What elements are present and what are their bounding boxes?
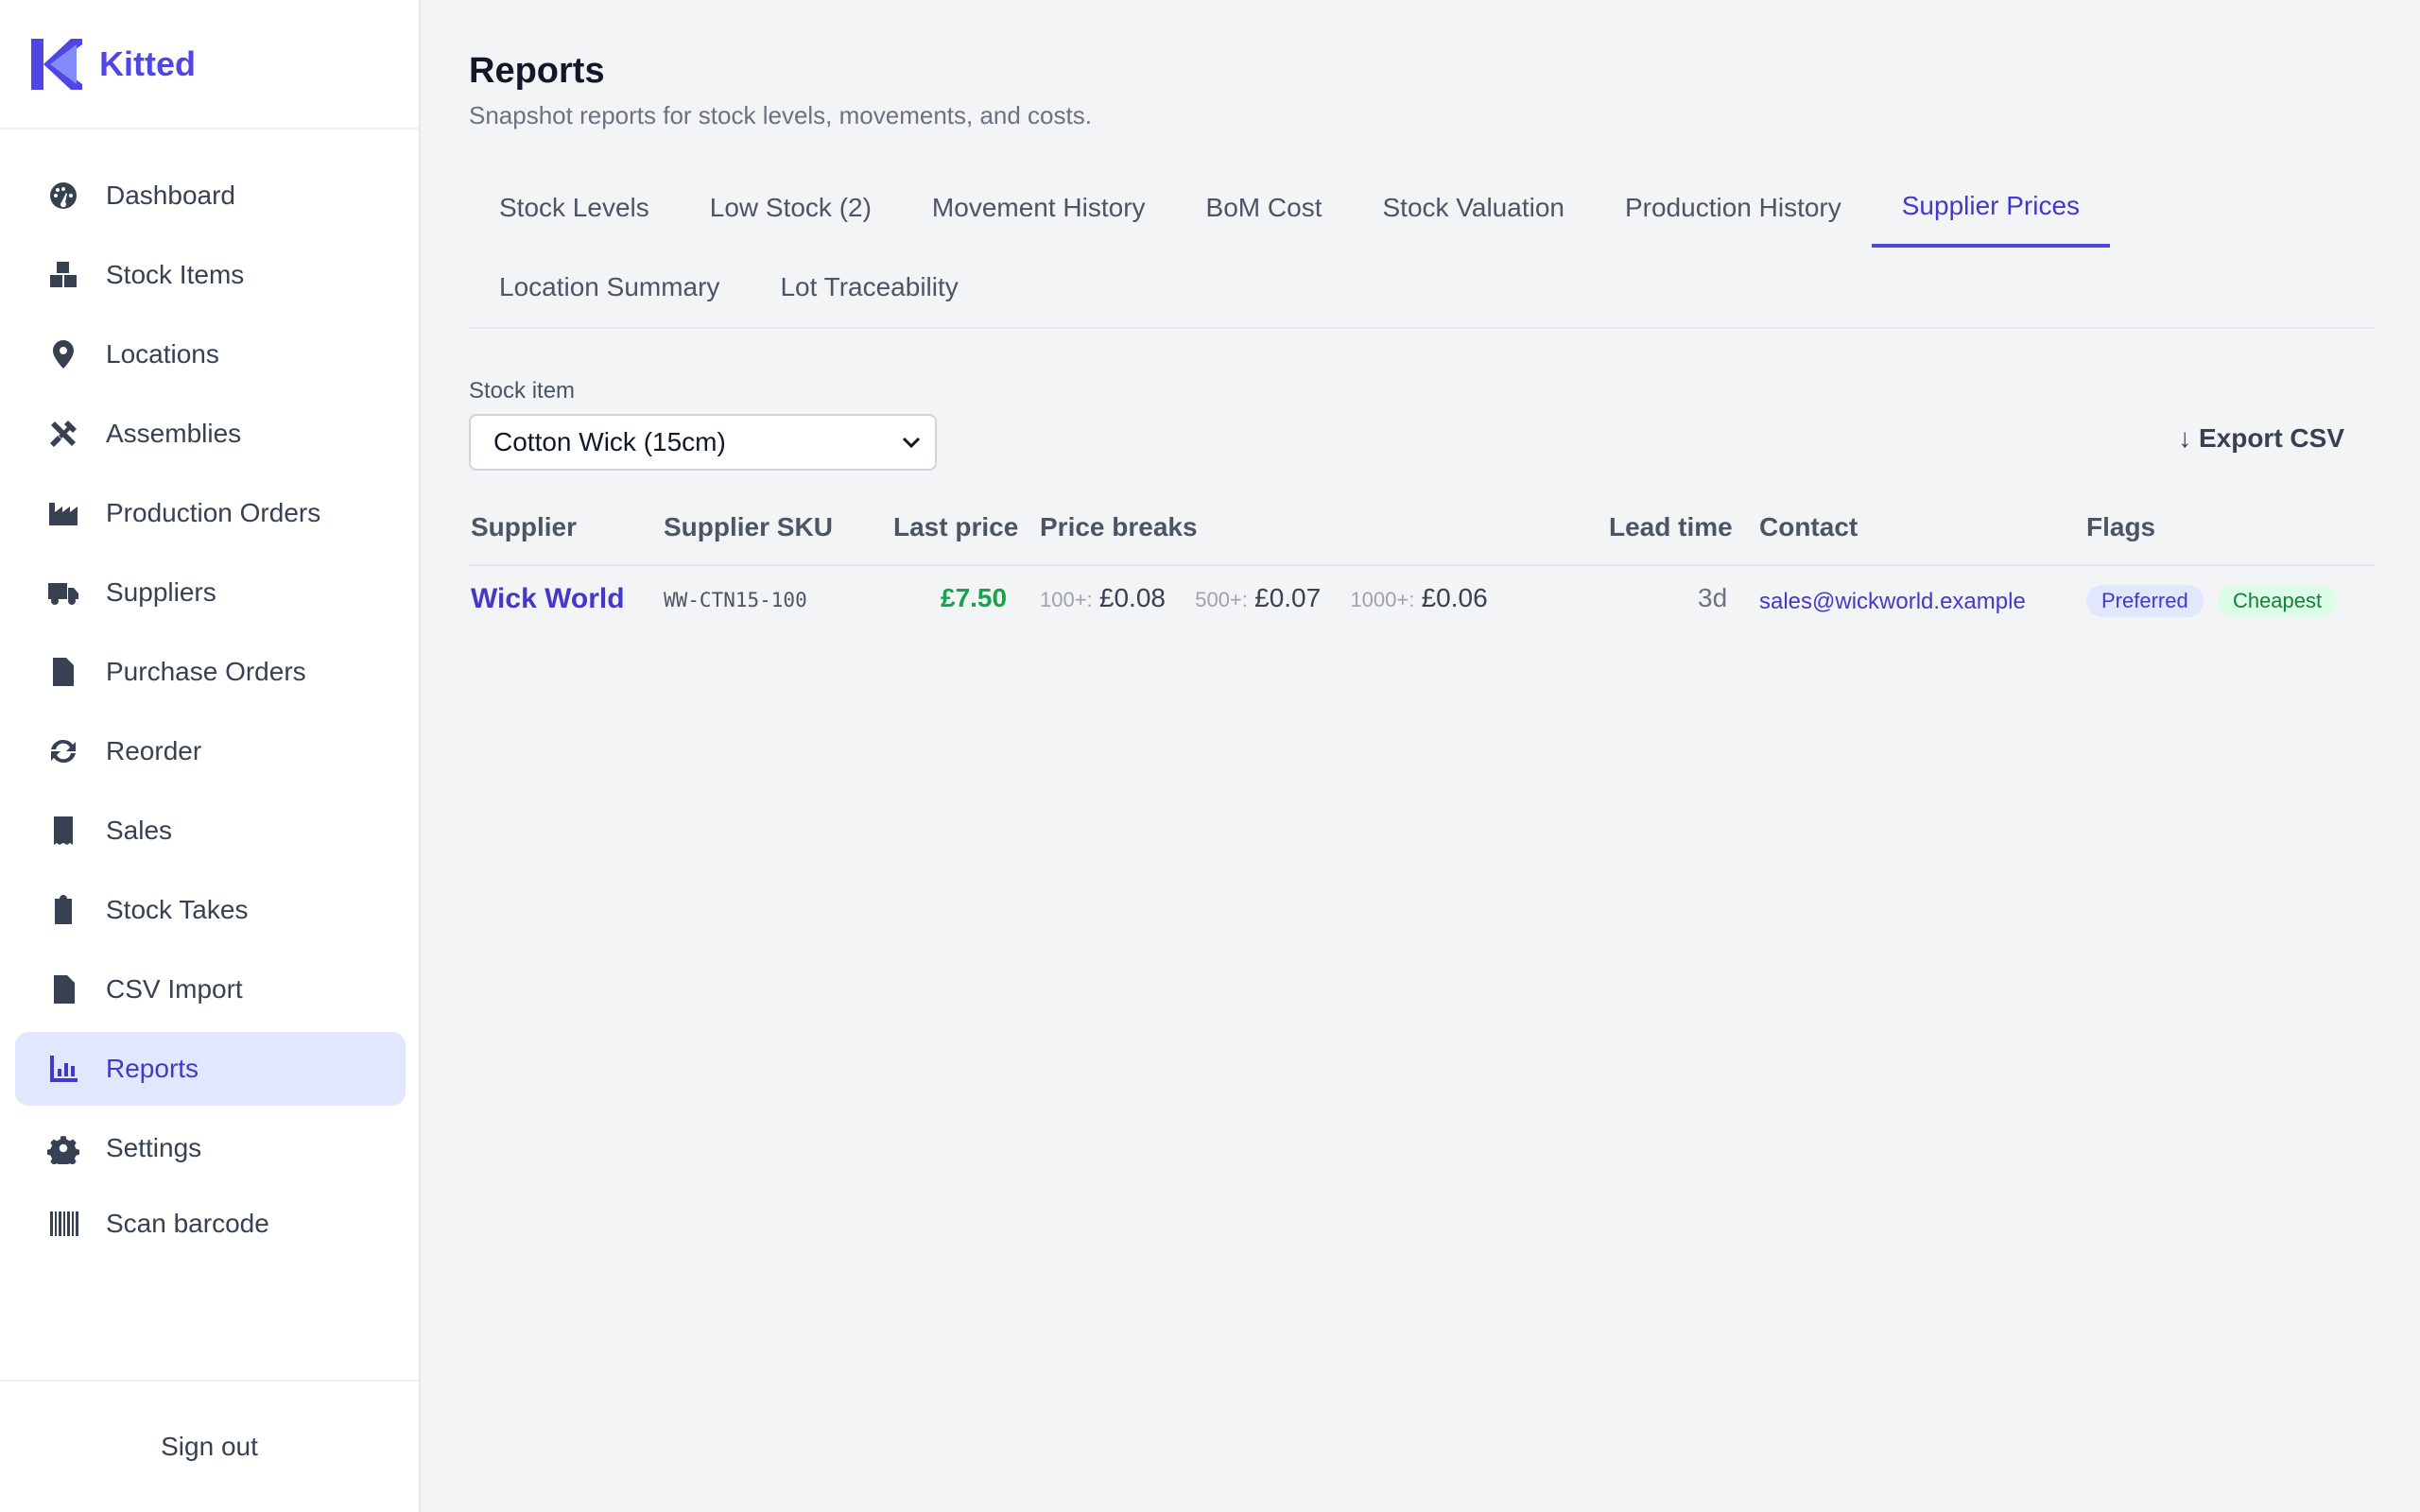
sidebar-nav: Dashboard Stock Items Locations Assembli… — [15, 159, 406, 1266]
sidebar-item-stock-items[interactable]: Stock Items — [15, 238, 406, 312]
chart-icon — [47, 1053, 79, 1085]
stock-item-label: Stock item — [469, 378, 576, 404]
sidebar-item-label: Stock Takes — [106, 895, 249, 924]
price-break-qty: 100+: — [1040, 588, 1093, 611]
price-break-value: £0.08 — [1098, 583, 1166, 612]
stock-item-select[interactable]: Cotton Wick (15cm) — [469, 414, 937, 471]
truck-icon — [47, 576, 79, 609]
price-break-qty: 500+: — [1195, 588, 1248, 611]
sidebar-item-label: CSV Import — [106, 974, 243, 1004]
refresh-icon — [47, 735, 79, 767]
file-icon — [47, 656, 79, 688]
sidebar-item-reports[interactable]: Reports — [15, 1032, 406, 1106]
column-header-contact[interactable]: Contact — [1759, 512, 1858, 542]
column-header-last-price[interactable]: Last price — [893, 512, 1018, 542]
receipt-icon — [47, 815, 79, 847]
sidebar-item-stock-takes[interactable]: Stock Takes — [15, 873, 406, 947]
sidebar-item-sales[interactable]: Sales — [15, 794, 406, 868]
barcode-icon — [47, 1208, 79, 1240]
export-csv-button[interactable]: ↓ Export CSV — [2178, 423, 2344, 454]
price-break-qty: 1000+: — [1350, 588, 1415, 611]
tools-icon — [47, 418, 79, 450]
brand[interactable]: Kitted — [0, 0, 419, 129]
sidebar: Kitted Dashboard Stock Items Locations A… — [0, 0, 421, 1512]
brand-name: Kitted — [99, 43, 196, 83]
factory-icon — [47, 497, 79, 529]
column-header-supplier-sku[interactable]: Supplier SKU — [664, 512, 833, 542]
sidebar-item-purchase-orders[interactable]: Purchase Orders — [15, 635, 406, 709]
filters: Stock item Cotton Wick (15cm) ↓ Export C… — [469, 378, 2375, 471]
kitted-logo-icon — [31, 38, 82, 90]
gauge-icon — [47, 180, 79, 212]
sign-out-button[interactable]: Sign out — [161, 1432, 258, 1462]
tab-supplier-prices[interactable]: Supplier Prices — [1871, 168, 2111, 248]
lead-time: 3d — [1698, 583, 1728, 612]
tab-location-summary[interactable]: Location Summary — [469, 248, 750, 327]
sidebar-item-production-orders[interactable]: Production Orders — [15, 476, 406, 550]
tab-stock-valuation[interactable]: Stock Valuation — [1352, 168, 1595, 248]
sidebar-item-label: Production Orders — [106, 498, 321, 527]
price-breaks: 100+: £0.08 500+: £0.07 1000+: £0.06 — [1040, 583, 1511, 613]
price-break: 100+: £0.08 — [1040, 583, 1166, 613]
tab-lot-traceability[interactable]: Lot Traceability — [750, 248, 988, 327]
sidebar-item-settings[interactable]: Settings — [15, 1111, 406, 1185]
sidebar-item-dashboard[interactable]: Dashboard — [15, 159, 406, 232]
tab-movement-history[interactable]: Movement History — [902, 168, 1176, 248]
sidebar-item-label: Sales — [106, 816, 173, 845]
price-break: 1000+: £0.06 — [1350, 583, 1487, 613]
contact-email-link[interactable]: sales@wickworld.example — [1759, 589, 2026, 615]
sidebar-item-assemblies[interactable]: Assemblies — [15, 397, 406, 471]
price-break: 500+: £0.07 — [1195, 583, 1321, 613]
price-break-value: £0.06 — [1421, 583, 1488, 612]
column-header-supplier[interactable]: Supplier — [471, 512, 577, 542]
column-header-flags[interactable]: Flags — [2086, 512, 2155, 542]
sidebar-item-label: Stock Items — [106, 260, 245, 289]
sidebar-item-suppliers[interactable]: Suppliers — [15, 556, 406, 629]
chevron-down-icon — [902, 437, 921, 449]
sidebar-item-label: Assemblies — [106, 419, 242, 448]
boxes-icon — [47, 259, 79, 291]
supplier-prices-table: Supplier Supplier SKU Last price Price b… — [469, 503, 2375, 638]
stock-item-selected-value: Cotton Wick (15cm) — [493, 427, 726, 456]
report-tabs: Stock Levels Low Stock (2) Movement Hist… — [469, 168, 2375, 329]
main-content: Reports Snapshot reports for stock level… — [469, 0, 2375, 638]
sidebar-item-label: Purchase Orders — [106, 657, 306, 686]
tab-stock-levels[interactable]: Stock Levels — [469, 168, 680, 248]
sidebar-footer: Sign out — [0, 1380, 419, 1512]
table-header: Supplier Supplier SKU Last price Price b… — [469, 503, 2375, 566]
page-subtitle: Snapshot reports for stock levels, movem… — [469, 101, 1092, 129]
tab-bom-cost[interactable]: BoM Cost — [1176, 168, 1353, 248]
sidebar-item-label: Locations — [106, 339, 219, 369]
file-import-icon — [47, 973, 79, 1005]
tab-low-stock[interactable]: Low Stock (2) — [680, 168, 902, 248]
sidebar-item-csv-import[interactable]: CSV Import — [15, 953, 406, 1026]
sidebar-item-locations[interactable]: Locations — [15, 318, 406, 391]
sidebar-item-label: Suppliers — [106, 577, 216, 607]
column-header-price-breaks[interactable]: Price breaks — [1040, 512, 1198, 542]
sidebar-item-scan-barcode[interactable]: Scan barcode — [15, 1187, 406, 1261]
preferred-badge: Preferred — [2086, 585, 2204, 617]
sidebar-item-label: Reorder — [106, 736, 202, 765]
sidebar-item-label: Scan barcode — [106, 1209, 269, 1238]
cheapest-badge: Cheapest — [2217, 585, 2338, 617]
tab-production-history[interactable]: Production History — [1595, 168, 1872, 248]
clipboard-check-icon — [47, 894, 79, 926]
table-row: Wick World WW-CTN15-100 £7.50 100+: £0.0… — [469, 566, 2375, 638]
flags: Preferred Cheapest — [2086, 585, 2344, 617]
supplier-link[interactable]: Wick World — [471, 583, 625, 615]
sidebar-item-label: Reports — [106, 1054, 199, 1083]
map-pin-icon — [47, 338, 79, 370]
page-title: Reports — [469, 51, 605, 91]
sidebar-item-label: Settings — [106, 1133, 202, 1162]
column-header-lead-time[interactable]: Lead time — [1609, 512, 1733, 542]
price-break-value: £0.07 — [1254, 583, 1322, 612]
sidebar-item-label: Dashboard — [106, 180, 235, 210]
gear-icon — [47, 1132, 79, 1164]
sidebar-item-reorder[interactable]: Reorder — [15, 714, 406, 788]
last-price: £7.50 — [941, 583, 1008, 612]
supplier-sku: WW-CTN15-100 — [664, 589, 807, 611]
